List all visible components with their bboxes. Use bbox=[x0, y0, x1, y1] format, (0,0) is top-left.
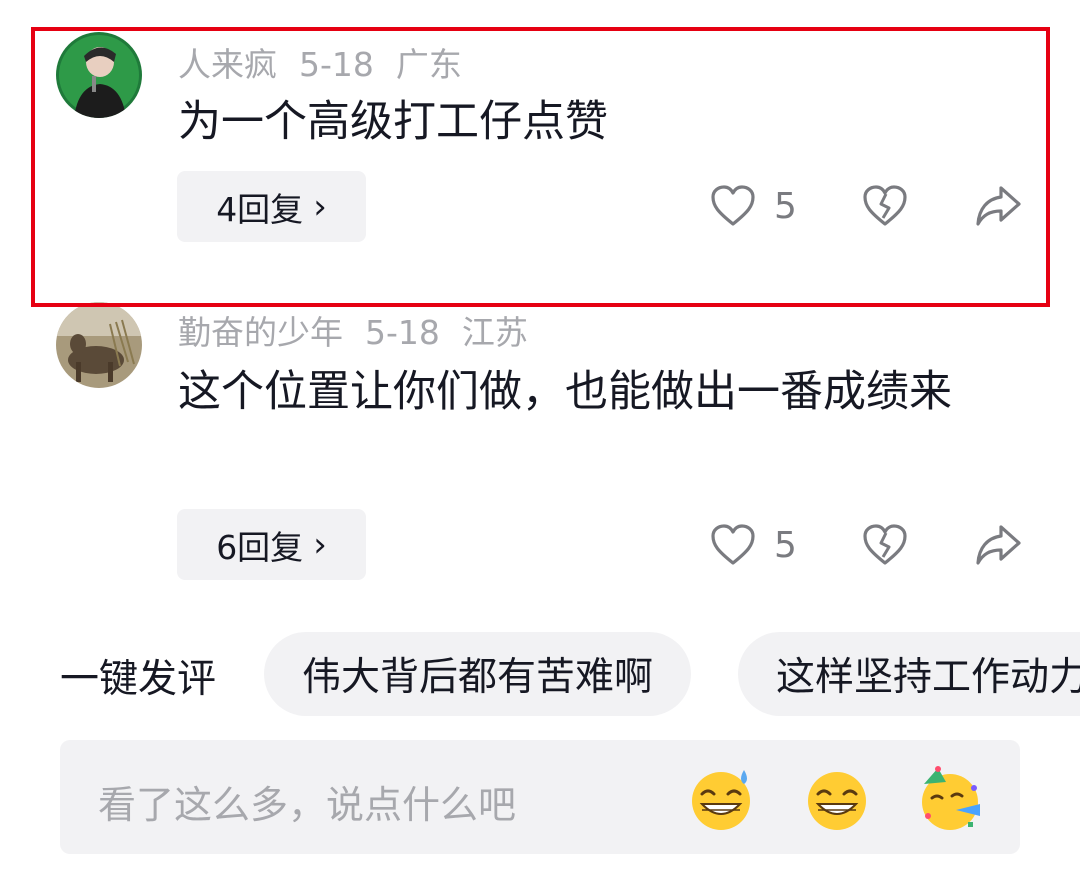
dislike-button[interactable] bbox=[862, 523, 908, 567]
share-button[interactable] bbox=[974, 523, 1022, 567]
like-button[interactable]: 5 bbox=[710, 523, 797, 567]
quick-comment-chip[interactable]: 这样坚持工作动力 bbox=[738, 632, 1080, 716]
reply-button[interactable]: 6回复 › bbox=[177, 509, 366, 580]
username[interactable]: 人来疯 bbox=[178, 45, 277, 84]
comment-meta: 勤奋的少年 5-18 江苏 bbox=[178, 306, 550, 354]
comment-location: 江苏 bbox=[461, 313, 528, 352]
comment-date: 5-18 bbox=[365, 313, 440, 352]
grin-emoji-icon[interactable] bbox=[804, 766, 870, 832]
chevron-right-icon: › bbox=[313, 186, 327, 227]
comment-input-placeholder: 看了这么多，说点什么吧 bbox=[98, 783, 517, 827]
quick-comment-chip[interactable]: 伟大背后都有苦难啊 bbox=[264, 632, 692, 716]
quick-comment-bar: 一键发评 伟大背后都有苦难啊 这样坚持工作动力 bbox=[0, 632, 1080, 716]
username[interactable]: 勤奋的少年 bbox=[178, 313, 343, 352]
quick-comment-label: 一键发评 bbox=[60, 657, 217, 702]
broken-heart-icon bbox=[863, 185, 907, 226]
avatar[interactable] bbox=[56, 32, 142, 118]
comment-input[interactable]: 看了这么多，说点什么吧 bbox=[60, 740, 1020, 854]
like-count: 5 bbox=[774, 185, 797, 227]
heart-icon bbox=[711, 185, 755, 226]
like-button[interactable]: 5 bbox=[710, 184, 797, 228]
party-emoji-icon[interactable] bbox=[918, 766, 984, 832]
comment-text: 为一个高级打工仔点赞 bbox=[178, 97, 608, 147]
share-icon bbox=[976, 525, 1021, 565]
comment-location: 广东 bbox=[395, 45, 462, 84]
chevron-right-icon: › bbox=[313, 524, 327, 565]
broken-heart-icon bbox=[863, 524, 907, 565]
share-button[interactable] bbox=[974, 184, 1022, 228]
heart-icon bbox=[711, 524, 755, 565]
like-count: 5 bbox=[774, 524, 797, 566]
share-icon bbox=[976, 186, 1021, 226]
grin-sweat-emoji-icon[interactable] bbox=[688, 766, 754, 832]
comment-text: 这个位置让你们做，也能做出一番成绩来 bbox=[178, 367, 952, 417]
dislike-button[interactable] bbox=[862, 184, 908, 228]
reply-label: 6回复 bbox=[216, 527, 304, 567]
reply-label: 4回复 bbox=[216, 189, 304, 229]
reply-button[interactable]: 4回复 › bbox=[177, 171, 366, 242]
comment-date: 5-18 bbox=[299, 45, 374, 84]
avatar[interactable] bbox=[56, 302, 142, 388]
comment-meta: 人来疯 5-18 广东 bbox=[178, 38, 484, 86]
